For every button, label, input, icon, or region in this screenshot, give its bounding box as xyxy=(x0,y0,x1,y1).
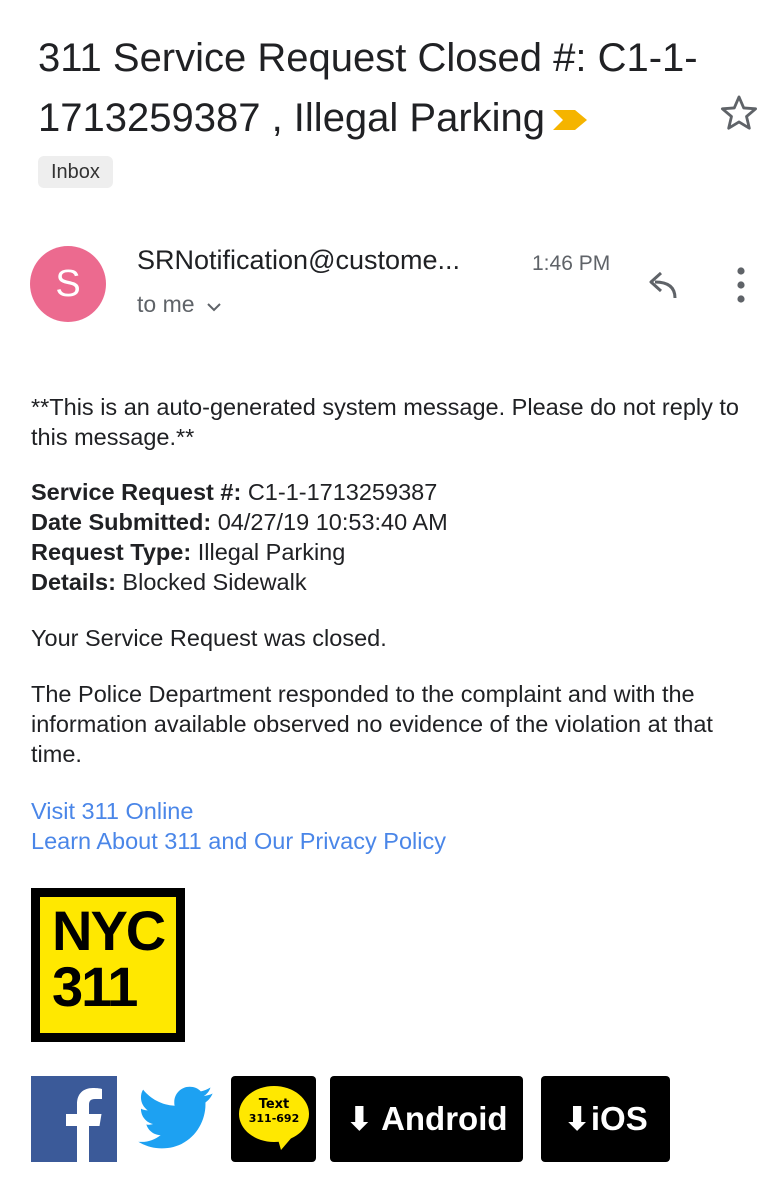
subject-text: 311 Service Request Closed #: C1-1-17132… xyxy=(38,36,698,140)
field-date-submitted: Date Submitted: 04/27/19 10:53:40 AM xyxy=(31,507,751,537)
disclaimer-text: **This is an auto-generated system messa… xyxy=(31,394,739,450)
nyc-311-logo[interactable]: NYC 311 xyxy=(31,888,185,1042)
field-request-type: Request Type: Illegal Parking xyxy=(31,537,751,567)
text-311-bubble: Text 311-692 xyxy=(239,1086,309,1142)
more-vert-icon[interactable] xyxy=(726,264,756,306)
chevron-down-icon xyxy=(205,292,223,319)
email-subject: 311 Service Request Closed #: C1-1-17132… xyxy=(38,28,698,150)
text-badge-line2: 311-692 xyxy=(248,1112,300,1125)
closed-message: Your Service Request was closed. xyxy=(31,625,387,651)
field-value: Blocked Sidewalk xyxy=(115,569,307,595)
android-download-button[interactable]: ⬇︎ Android xyxy=(330,1076,523,1162)
received-time: 1:46 PM xyxy=(532,252,611,275)
logo-line2: 311 xyxy=(52,955,138,1018)
download-arrow-icon: ⬇︎ xyxy=(345,1100,374,1137)
recipient-text: to me xyxy=(137,291,195,317)
text-311-badge[interactable]: Text 311-692 xyxy=(231,1076,316,1162)
footer-links: Visit 311 Online Learn About 311 and Our… xyxy=(31,796,751,856)
recipient-details-toggle[interactable]: to me xyxy=(137,291,223,319)
android-label: Android xyxy=(381,1100,508,1137)
email-body: **This is an auto-generated system messa… xyxy=(31,392,751,856)
star-icon[interactable] xyxy=(718,92,760,134)
response-message: The Police Department responded to the c… xyxy=(31,681,713,767)
visit-311-link[interactable]: Visit 311 Online xyxy=(31,796,751,826)
field-service-request: Service Request #: C1-1-1713259387 xyxy=(31,477,751,507)
request-fields: Service Request #: C1-1-1713259387 Date … xyxy=(31,477,751,597)
text-badge-line1: Text xyxy=(258,1097,290,1112)
twitter-icon[interactable] xyxy=(131,1076,219,1162)
ios-label: iOS xyxy=(590,1100,648,1137)
importance-marker-icon[interactable] xyxy=(551,90,589,150)
reply-icon[interactable] xyxy=(641,266,685,306)
ios-download-button[interactable]: ⬇︎iOS xyxy=(541,1076,670,1162)
field-value: C1-1-1713259387 xyxy=(241,479,438,505)
logo-line1: NYC xyxy=(52,899,166,962)
field-label: Date Submitted: xyxy=(31,509,212,535)
field-details: Details: Blocked Sidewalk xyxy=(31,567,751,597)
field-value: 04/27/19 10:53:40 AM xyxy=(211,509,448,535)
field-label: Request Type: xyxy=(31,539,192,565)
nyc-311-logo-inner: NYC 311 xyxy=(40,897,176,1033)
sender-name[interactable]: SRNotification@custome... xyxy=(137,245,460,276)
facebook-icon[interactable] xyxy=(31,1076,117,1162)
field-label: Details: xyxy=(31,569,116,595)
download-arrow-icon: ⬇︎ xyxy=(563,1100,591,1137)
field-value: Illegal Parking xyxy=(191,539,346,565)
avatar[interactable]: S xyxy=(30,246,106,322)
field-label: Service Request #: xyxy=(31,479,242,505)
inbox-label-chip[interactable]: Inbox xyxy=(38,156,113,188)
privacy-policy-link[interactable]: Learn About 311 and Our Privacy Policy xyxy=(31,826,751,856)
